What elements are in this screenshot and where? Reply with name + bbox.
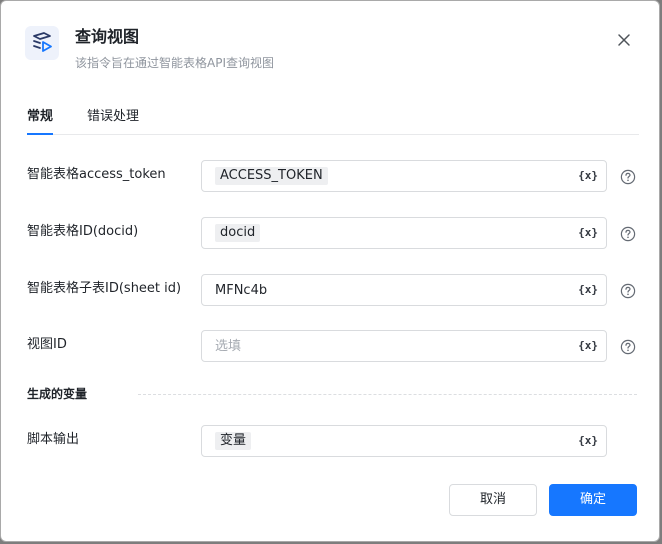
confirm-button[interactable]: 确定: [549, 484, 637, 516]
access-token-input[interactable]: ACCESS_TOKEN {x}: [201, 160, 607, 192]
help-icon[interactable]: [620, 339, 636, 355]
docid-input[interactable]: docid {x}: [201, 217, 607, 249]
sheet-id-value: MFNc4b: [215, 283, 268, 298]
dialog-title: 查询视图: [75, 27, 140, 46]
view-id-placeholder: 选填: [215, 339, 242, 354]
tab-general[interactable]: 常规: [27, 109, 54, 135]
script-output-variable-chip[interactable]: 变量: [215, 432, 252, 450]
docid-variable-chip[interactable]: docid: [215, 224, 261, 242]
help-icon[interactable]: [620, 169, 636, 185]
smart-sheet-view-icon: [25, 26, 59, 60]
view-id-label: 视图ID: [27, 337, 67, 352]
close-icon[interactable]: [617, 33, 631, 47]
help-icon[interactable]: [620, 283, 636, 299]
script-output-label: 脚本输出: [27, 432, 80, 447]
docid-label: 智能表格ID(docid): [27, 224, 139, 239]
tab-bar: 常规 错误处理: [27, 101, 639, 135]
dialog-subtitle: 该指令旨在通过智能表格API查询视图: [75, 56, 274, 70]
generated-variables-section-title: 生成的变量: [27, 387, 88, 401]
insert-variable-button[interactable]: {x}: [578, 339, 598, 353]
close-button[interactable]: [613, 29, 635, 51]
help-icon[interactable]: [620, 226, 636, 242]
tab-error-handling[interactable]: 错误处理: [87, 109, 139, 125]
insert-variable-button[interactable]: {x}: [578, 434, 598, 448]
section-divider: [138, 394, 637, 395]
sheet-id-input[interactable]: MFNc4b {x}: [201, 274, 607, 306]
access-token-label: 智能表格access_token: [27, 167, 166, 182]
insert-variable-button[interactable]: {x}: [578, 283, 598, 297]
query-view-dialog: 查询视图 该指令旨在通过智能表格API查询视图 常规 错误处理 智能表格acce…: [0, 0, 660, 542]
view-id-input[interactable]: 选填 {x}: [201, 330, 607, 362]
insert-variable-button[interactable]: {x}: [578, 226, 598, 240]
cancel-button[interactable]: 取消: [449, 484, 537, 516]
access-token-variable-chip[interactable]: ACCESS_TOKEN: [215, 167, 328, 185]
insert-variable-button[interactable]: {x}: [578, 169, 598, 183]
sheet-id-label: 智能表格子表ID(sheet id): [27, 281, 182, 296]
script-output-input[interactable]: 变量 {x}: [201, 425, 607, 457]
